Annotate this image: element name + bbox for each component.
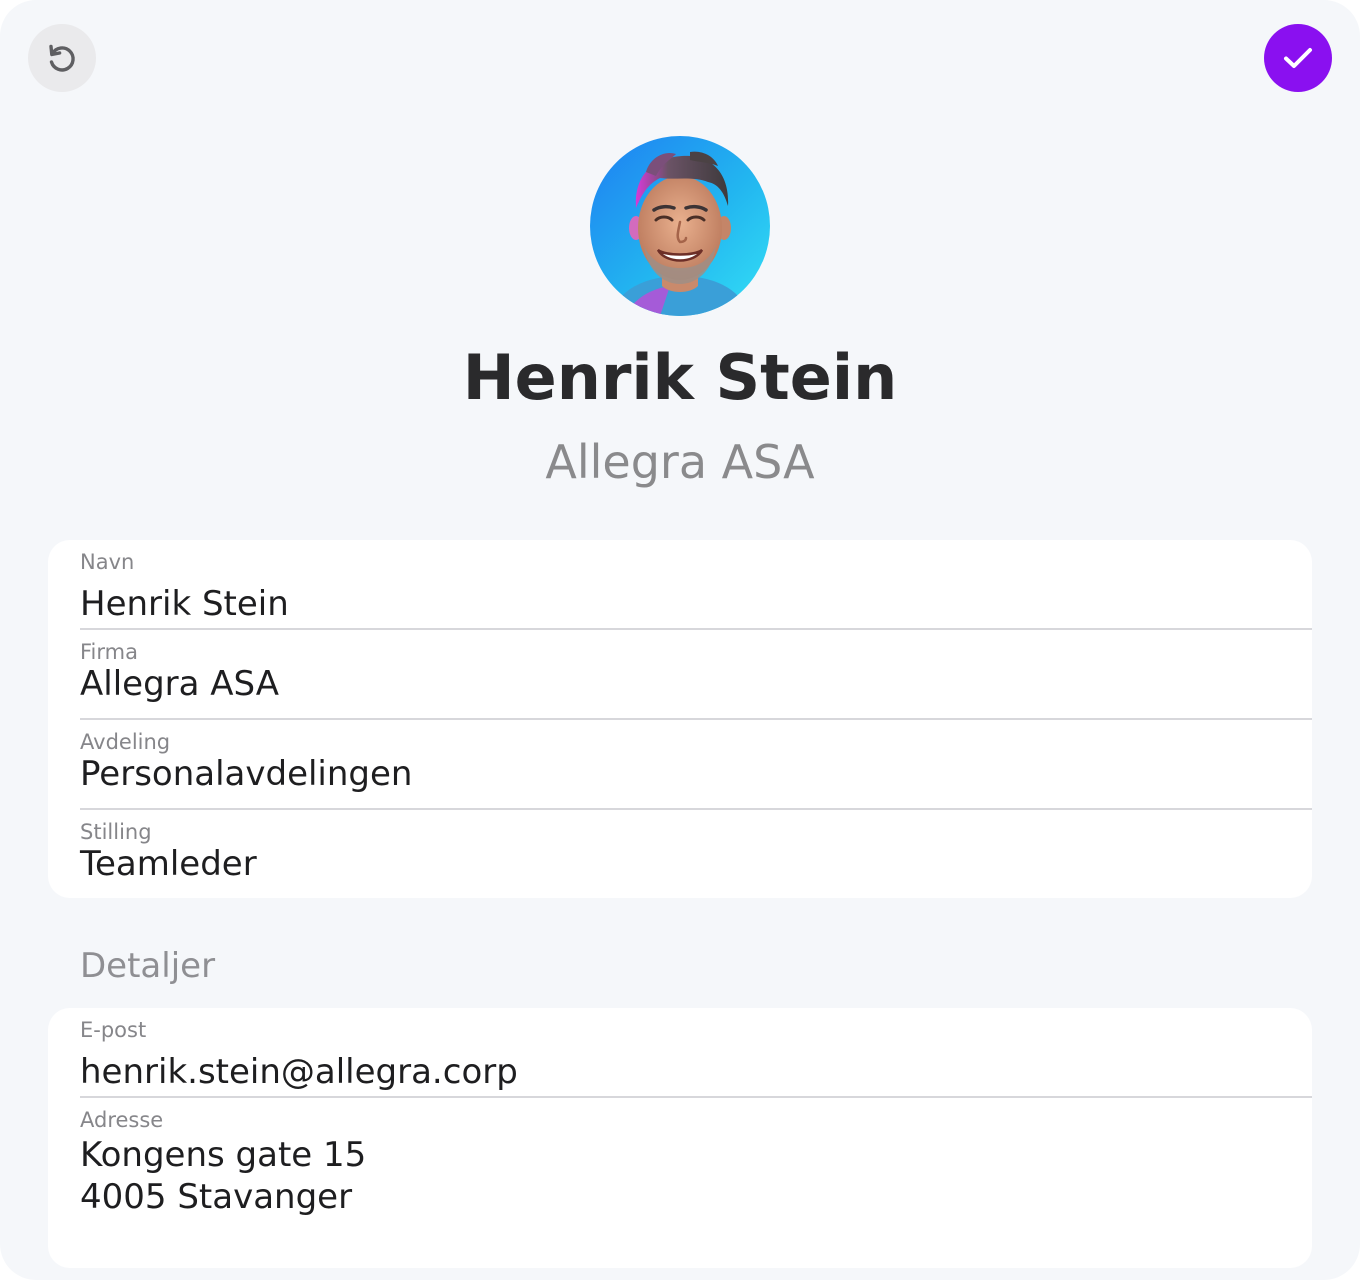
field-label: Adresse [80,1108,164,1132]
field-value[interactable]: Henrik Stein [80,583,289,625]
undo-button[interactable] [28,24,96,92]
details-card: E-post henrik.stein@allegra.corp Adresse… [48,1008,1312,1268]
undo-icon [49,44,75,72]
field-email[interactable]: E-post henrik.stein@allegra.corp [80,1018,1312,1096]
field-address[interactable]: Adresse Kongens gate 15 4005 Stavanger [80,1108,1312,1238]
divider [80,1096,1312,1098]
field-position[interactable]: Stilling Teamleder [80,820,1312,898]
checkmark-icon [1284,48,1312,68]
contact-name-heading: Henrik Stein [462,341,898,414]
field-label: Firma [80,640,138,664]
divider [80,718,1312,720]
confirm-button[interactable] [1264,24,1332,92]
field-value[interactable]: Personalavdelingen [80,753,412,795]
contact-window: Henrik Stein Allegra ASA Navn Henrik Ste… [0,0,1360,1280]
details-section-title: Detaljer [80,946,216,986]
address-line-2[interactable]: 4005 Stavanger [80,1176,352,1218]
field-label: Navn [80,550,135,574]
contact-info-card: Navn Henrik Stein Firma Allegra ASA Avde… [48,540,1312,898]
field-label: Stilling [80,820,152,844]
field-value[interactable]: Allegra ASA [80,663,279,705]
field-name[interactable]: Navn Henrik Stein [80,550,1312,628]
avatar[interactable] [590,136,770,316]
field-value[interactable]: henrik.stein@allegra.corp [80,1051,518,1093]
divider [80,808,1312,810]
address-line-1[interactable]: Kongens gate 15 [80,1134,366,1176]
field-value[interactable]: Teamleder [80,843,257,885]
divider [80,628,1312,630]
field-company[interactable]: Firma Allegra ASA [80,640,1312,718]
field-department[interactable]: Avdeling Personalavdelingen [80,730,1312,808]
field-label: Avdeling [80,730,171,754]
avatar-photo-icon [590,136,770,316]
field-label: E-post [80,1018,147,1042]
contact-company-subtitle: Allegra ASA [545,435,815,489]
